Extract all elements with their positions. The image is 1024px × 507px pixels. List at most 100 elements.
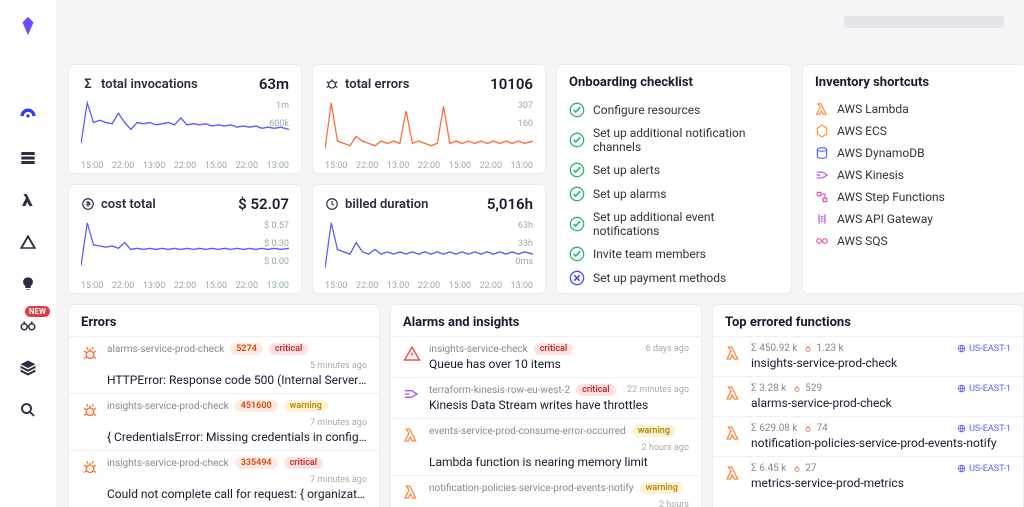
check-done-icon [569,216,585,232]
nav-alerts-icon[interactable] [16,230,40,254]
alarm-time: 2 hours [659,500,689,507]
lambda-icon [725,385,743,403]
bug-stat: 74 [803,423,827,434]
topfn-row[interactable]: Σ 6.45 k 27US-EAST-1metrics-service-prod… [713,456,1023,496]
topfn-name: metrics-service-prod-metrics [751,476,1011,490]
checklist-item[interactable]: Set up additional notification channels [569,122,779,158]
kpi-card-invocations[interactable]: Σtotal invocations 63m 1m600k 15:0022:00… [68,64,302,174]
error-row[interactable]: insights-service-prod-check451600warning… [69,393,379,450]
ecs-icon [815,124,829,138]
nav-stack-icon[interactable] [16,356,40,380]
alarm-severity-pill: critical [534,343,574,355]
shortcut-item[interactable]: AWS Kinesis [815,164,1013,186]
spark-chart [81,217,289,275]
region-pill: US-EAST-1 [957,464,1011,474]
check-done-icon [569,102,585,118]
topfn-row[interactable]: Σ 3.28 k 529US-EAST-1alarms-service-prod… [713,376,1023,416]
alarm-row[interactable]: notification-policies-service-prod-event… [391,475,701,507]
kpi-card-errors[interactable]: total errors 10106 307160 15:0022:0013:0… [312,64,546,174]
checklist-item[interactable]: Set up alarms [569,182,779,206]
kpi-value: 10106 [490,75,533,93]
checklist-item[interactable]: Set up additional event notifications [569,206,779,242]
check-done-icon [569,246,585,262]
check-done-icon [569,132,585,148]
nav-lambda-icon[interactable] [16,188,40,212]
alarm-message: Lambda function is nearing memory limit [429,455,689,469]
kinesis-icon [815,168,829,182]
bug-stat: 27 [792,463,816,474]
logo-icon[interactable] [16,14,40,38]
checklist-item[interactable]: Set up alerts [569,158,779,182]
kpi-card-duration[interactable]: billed duration 5,016h 63h33h0ms 15:0022… [312,184,546,294]
dynamo-icon [815,146,829,160]
checklist-item[interactable]: Configure resources [569,98,779,122]
nav-insights-icon[interactable] [16,272,40,296]
error-time: 7 minutes ago [310,418,367,428]
spark-chart [81,97,289,155]
shortcuts-card: Inventory shortcuts AWS LambdaAWS ECSAWS… [802,64,1024,294]
kpi-value: 63m [259,75,289,93]
topfn-row[interactable]: Σ 450.92 k 1.23 kUS-EAST-1insights-servi… [713,336,1023,376]
shortcut-label: AWS DynamoDB [837,146,925,160]
alarm-row[interactable]: terraform-kinesis-row-eu-west-2critical2… [391,377,701,418]
sigma-stat: Σ 450.92 k [751,343,797,354]
coin-icon [81,197,95,211]
region-pill: US-EAST-1 [957,344,1011,354]
checklist-label: Set up alarms [593,187,666,201]
clock-icon [325,197,339,211]
kpi-card-cost[interactable]: cost total $ 52.07 $ 0.57$ 0.30$ 0.00 15… [68,184,302,294]
bug-stat: 1.23 k [803,343,843,354]
alarm-row[interactable]: insights-service-checkcritical6 days ago… [391,336,701,377]
alarm-severity-pill: warning [632,425,676,437]
lambda-icon [725,465,743,483]
shortcut-item[interactable]: AWS DynamoDB [815,142,1013,164]
bug-icon [81,345,99,363]
error-row[interactable]: alarms-service-prod-check5274critical5 m… [69,336,379,393]
sigma-stat: Σ 629.08 k [751,423,797,434]
onboarding-title: Onboarding checklist [569,75,779,90]
topfn-name: alarms-service-prod-check [751,396,1011,410]
errors-title: Errors [69,315,379,336]
shortcut-item[interactable]: AWS Lambda [815,98,1013,120]
alarm-time: 2 hours ago [642,443,689,453]
shortcut-item[interactable]: AWS ECS [815,120,1013,142]
topfns-card: Top errored functions Σ 450.92 k 1.23 kU… [712,304,1024,507]
lambda-icon [725,345,743,363]
alarm-service: events-service-prod-consume-error-occurr… [429,426,626,437]
check-pending-icon [569,270,585,286]
shortcut-item[interactable]: AWS Step Functions [815,186,1013,208]
alert-icon [403,345,421,363]
y-axis-labels: 63h33h0ms [515,217,533,271]
sigma-stat: Σ 3.28 k [751,383,786,394]
error-severity-pill: critical [269,343,309,355]
error-service: alarms-service-prod-check [107,344,224,355]
alarms-title: Alarms and insights [391,315,701,336]
nav-observability-icon[interactable]: NEW [16,314,40,338]
shortcut-item[interactable]: AWS API Gateway [815,208,1013,230]
shortcut-item[interactable]: AWS SQS [815,230,1013,252]
bug-icon [325,77,339,91]
error-row[interactable]: insights-service-prod-check335494critica… [69,450,379,507]
error-count-pill: 451600 [235,400,278,412]
error-time: 5 minutes ago [310,361,367,371]
checklist-label: Invite team members [593,247,706,261]
alarm-row[interactable]: events-service-prod-consume-error-occurr… [391,418,701,475]
sqs-icon [815,234,829,248]
kpi-value: $ 52.07 [238,195,289,213]
alarm-time: 6 days ago [646,344,689,354]
y-axis-labels: 307160 [518,97,533,133]
lambda-icon [403,427,421,445]
alarm-severity-pill: warning [640,482,684,494]
nav-dashboard-icon[interactable] [16,104,40,128]
checklist-item[interactable]: Invite team members [569,242,779,266]
y-axis-labels: 1m600k [269,97,289,133]
topfn-row[interactable]: Σ 629.08 k 74US-EAST-1notification-polic… [713,416,1023,456]
nav-search-icon[interactable] [16,398,40,422]
bug-icon [81,402,99,420]
kpi-label: total invocations [101,77,198,92]
alarm-message: Kinesis Data Stream writes have throttle… [429,398,689,412]
checklist-item[interactable]: Set up payment methods [569,266,779,290]
search-placeholder[interactable] [844,16,1004,28]
nav-servers-icon[interactable] [16,146,40,170]
kpi-label: billed duration [345,197,428,212]
